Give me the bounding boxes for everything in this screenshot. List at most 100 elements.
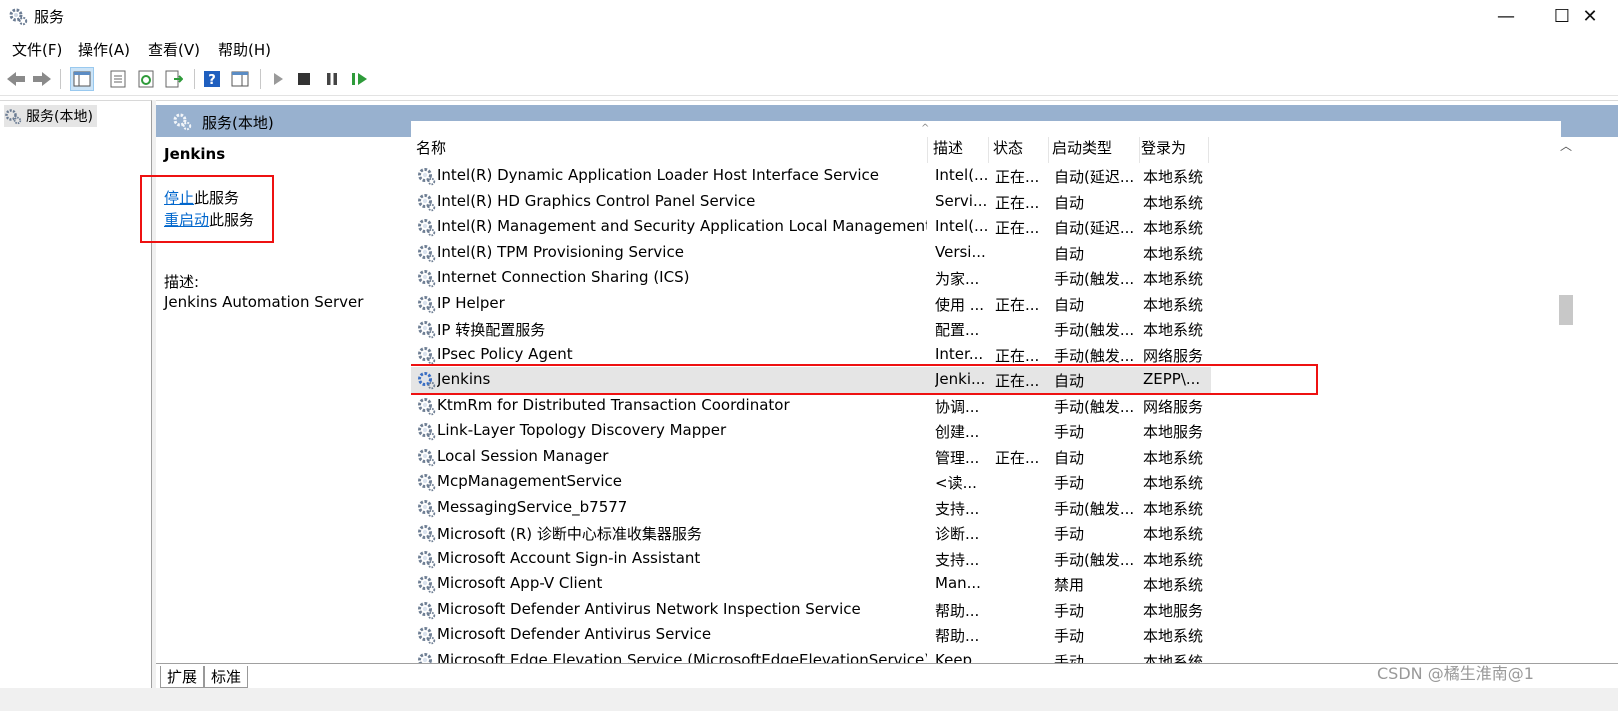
table-row[interactable]: Microsoft Account Sign-in Assistant 支持...…	[411, 546, 1561, 572]
service-startup-cell: 手动(触发...	[1054, 499, 1135, 518]
forward-button[interactable]	[30, 67, 54, 91]
status-bar	[0, 688, 1618, 711]
service-gear-icon	[418, 499, 436, 517]
service-gear-icon	[418, 601, 436, 619]
action-pane-icon	[231, 71, 249, 87]
tree-item-label: 服务(本地)	[26, 109, 93, 125]
watermark: CSDN @橘生淮南@1	[1377, 664, 1534, 683]
table-row[interactable]: Jenkins Jenki... 正在... 自动 ZEPP\...	[411, 367, 1211, 393]
service-startup-cell: 手动	[1054, 474, 1085, 492]
table-row[interactable]: MessagingService_b7577 支持... 手动(触发... 本地系统	[411, 495, 1561, 521]
pause-service-button[interactable]	[320, 67, 344, 91]
service-gear-icon	[418, 627, 436, 645]
show-hide-console-tree-button[interactable]	[70, 67, 94, 91]
stop-service-button[interactable]	[292, 67, 316, 91]
service-name-cell: Link-Layer Topology Discovery Mapper	[437, 421, 727, 439]
service-name-cell: Internet Connection Sharing (ICS)	[437, 268, 690, 286]
column-header-description[interactable]: 描述	[933, 137, 989, 163]
table-row[interactable]: Internet Connection Sharing (ICS) 为家... 手动…	[411, 265, 1561, 291]
service-status-cell: 正在...	[995, 372, 1040, 390]
table-row[interactable]: Link-Layer Topology Discovery Mapper 创建..…	[411, 418, 1561, 444]
service-status-cell: 正在...	[995, 448, 1040, 467]
toolbar-separator	[194, 69, 195, 89]
table-row[interactable]: Microsoft (R) 诊断中心标准收集器服务 诊断... 手动 本地系统	[411, 520, 1561, 546]
stop-service-link[interactable]: 停止	[164, 189, 194, 207]
service-description-cell: Intel(...	[935, 217, 989, 235]
service-gear-icon	[418, 448, 436, 466]
service-description-cell: Inter...	[935, 344, 984, 363]
table-row[interactable]: IPsec Policy Agent Inter... 正在... 手动(触发... 网…	[411, 342, 1561, 368]
menu-view[interactable]: 查看(V)	[148, 39, 200, 60]
menu-help[interactable]: 帮助(H)	[218, 39, 271, 60]
restart-icon	[352, 73, 367, 85]
help-icon: ?	[204, 71, 220, 88]
service-startup-cell: 自动	[1054, 448, 1085, 467]
column-header-status[interactable]: 状态	[993, 137, 1049, 163]
action-pane-button[interactable]	[228, 67, 252, 91]
console-tree-icon	[73, 71, 91, 87]
table-row[interactable]: Intel(R) TPM Provisioning Service Versi..…	[411, 240, 1561, 266]
minimize-button[interactable]: —	[1478, 0, 1534, 32]
column-header-logon-as[interactable]: 登录为	[1141, 137, 1209, 163]
table-row[interactable]: IP 转换配置服务 配置... 手动(触发... 本地系统	[411, 316, 1561, 342]
service-description-cell: 为家...	[935, 270, 980, 288]
service-name-cell: Intel(R) Dynamic Application Loader Host…	[437, 166, 880, 184]
service-startup-cell: 手动	[1054, 601, 1085, 620]
table-row[interactable]: Intel(R) Dynamic Application Loader Host…	[411, 163, 1561, 189]
menu-file[interactable]: 文件(F)	[12, 39, 62, 60]
scrollbar-thumb[interactable]	[1559, 295, 1573, 325]
scroll-up-icon[interactable]: ︿	[1560, 137, 1572, 154]
back-button[interactable]	[4, 67, 28, 91]
tree-item-services-local[interactable]: 服务(本地)	[4, 105, 97, 127]
table-row[interactable]: McpManagementService <读... 手动 本地系统	[411, 469, 1561, 495]
vertical-scrollbar[interactable]: ︿ ﹀	[1557, 137, 1575, 677]
service-description-cell: 协调...	[935, 397, 980, 416]
table-row[interactable]: Intel(R) HD Graphics Control Panel Servi…	[411, 189, 1561, 215]
services-pane: 服务(本地) Jenkins 停止此服务 重启动此服务 描述: Jenkins …	[140, 100, 1618, 711]
export-list-button[interactable]	[162, 67, 186, 91]
service-description-cell: 支持...	[935, 550, 980, 569]
service-logon-cell: 本地系统	[1143, 448, 1204, 467]
table-row[interactable]: Intel(R) Management and Security Applica…	[411, 214, 1561, 240]
close-button[interactable]: ✕	[1562, 0, 1618, 32]
properties-button[interactable]	[106, 67, 130, 91]
start-service-button[interactable]	[266, 67, 290, 91]
column-header-name[interactable]: 名称	[416, 137, 928, 163]
table-row[interactable]: Microsoft Defender Antivirus Network Ins…	[411, 597, 1561, 623]
service-description-cell: 创建...	[935, 423, 980, 441]
menu-action[interactable]: 操作(A)	[78, 39, 130, 60]
service-actions: 停止此服务 重启动此服务	[164, 187, 254, 231]
service-description-cell: Versi...	[935, 242, 986, 261]
column-header-startup-type[interactable]: 启动类型	[1052, 137, 1140, 163]
service-startup-cell: 自动	[1054, 244, 1085, 263]
service-logon-cell: 本地服务	[1143, 601, 1204, 620]
service-logon-cell: 本地服务	[1143, 423, 1204, 441]
restart-service-link[interactable]: 重启动	[164, 211, 209, 229]
service-startup-cell: 手动(触发...	[1054, 550, 1135, 569]
services-gear-icon	[9, 8, 28, 26]
table-row[interactable]: IP Helper 使用 ... 正在... 自动 本地系统	[411, 291, 1561, 317]
service-name-cell: IPsec Policy Agent	[437, 344, 573, 363]
service-logon-cell: 本地系统	[1143, 525, 1204, 543]
service-gear-icon	[418, 550, 436, 568]
service-logon-cell: 本地系统	[1143, 474, 1204, 492]
refresh-button[interactable]	[134, 67, 158, 91]
tab-standard[interactable]: 标准	[204, 666, 249, 688]
minimize-icon: —	[1497, 5, 1515, 27]
service-gear-icon	[418, 244, 436, 262]
table-row[interactable]: Microsoft Defender Antivirus Service 帮助..…	[411, 622, 1561, 648]
service-status-cell: 正在...	[995, 295, 1040, 314]
table-row[interactable]: Microsoft App-V Client Man... 禁用 本地系统	[411, 571, 1561, 597]
tab-extended[interactable]: 扩展	[160, 666, 205, 688]
restart-service-button[interactable]	[348, 67, 372, 91]
table-row[interactable]: KtmRm for Distributed Transaction Coordi…	[411, 393, 1561, 419]
help-button[interactable]: ?	[200, 67, 224, 91]
service-gear-icon	[418, 346, 436, 364]
selected-service-name: Jenkins	[164, 145, 226, 163]
service-name-cell: Intel(R) TPM Provisioning Service	[437, 242, 684, 261]
service-logon-cell: 本地系统	[1143, 499, 1204, 518]
service-gear-icon	[418, 270, 436, 288]
service-status-cell: 正在...	[995, 219, 1040, 237]
table-row[interactable]: Local Session Manager 管理... 正在... 自动 本地系统	[411, 444, 1561, 470]
service-status-cell: 正在...	[995, 168, 1040, 186]
